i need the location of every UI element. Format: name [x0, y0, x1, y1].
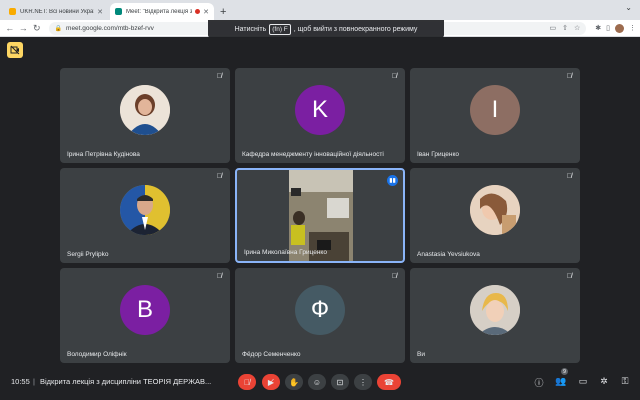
- hint-key: (fn) F: [269, 23, 291, 35]
- participant-name: Володимир Оліфнік: [67, 351, 127, 358]
- emoji-icon: ☺: [312, 377, 322, 387]
- bookmark-star-icon[interactable]: ☆: [574, 24, 580, 32]
- mic-off-icon: 🎙̸: [216, 73, 222, 80]
- mic-off-icon: 🎙̸: [566, 173, 572, 180]
- mic-off-icon: 🎙̸: [566, 273, 572, 280]
- mic-off-icon: 🎙̸: [566, 73, 572, 80]
- camera-toggle-button[interactable]: ▶̸: [262, 374, 280, 390]
- hint-text-after: , щоб вийти з повноекранного режиму: [293, 25, 418, 33]
- chat-icon[interactable]: ▭: [577, 376, 589, 387]
- present-screen-icon: ⊡: [336, 377, 344, 387]
- tab-ukrnet[interactable]: UKR.NET: Всі новини України... ✕: [4, 3, 108, 20]
- host-controls-icon[interactable]: ⚿: [619, 376, 631, 387]
- mic-off-icon: 🎙̸: [391, 273, 397, 280]
- tab-search-chevron-icon[interactable]: ⌄: [625, 3, 632, 12]
- extensions-icon[interactable]: ✱: [595, 24, 601, 32]
- ukrnet-favicon-icon: [9, 8, 16, 15]
- profile-avatar[interactable]: [615, 23, 625, 33]
- avatar: [120, 84, 170, 135]
- url-text[interactable]: meet.google.com/mtb-bzef-rvv: [66, 25, 154, 32]
- new-tab-button[interactable]: +: [220, 6, 226, 18]
- speaking-indicator-icon: ▮▮: [387, 175, 398, 186]
- mic-off-icon: 🎙̸: [244, 377, 250, 387]
- participant-name: Фёдор Семенченко: [242, 351, 301, 358]
- tab-meet[interactable]: Meet: "Відкрита лекція з д... ✕: [110, 3, 214, 20]
- raise-hand-button[interactable]: ✋: [285, 374, 303, 390]
- reload-icon[interactable]: ↻: [31, 23, 43, 34]
- fullscreen-exit-hint: Натисніть (fn) F , щоб вийти з повноекра…: [208, 20, 444, 38]
- recording-icon: [195, 9, 201, 14]
- meeting-details-icon[interactable]: ⓘ: [533, 376, 545, 389]
- present-button[interactable]: ⊡: [331, 374, 349, 390]
- mic-toggle-button[interactable]: 🎙̸: [238, 374, 256, 390]
- hint-text-before: Натисніть: [234, 25, 267, 33]
- hand-icon: ✋: [289, 377, 299, 387]
- tab-title: UKR.NET: Всі новини України...: [20, 8, 95, 15]
- close-tab-icon[interactable]: ✕: [97, 8, 103, 16]
- avatar: Ф: [295, 284, 345, 335]
- more-vert-icon: ⋮: [359, 377, 367, 387]
- avatar-letter: K: [311, 95, 328, 123]
- more-options-button[interactable]: ⋮: [354, 374, 372, 390]
- participant-tile[interactable]: 🎙̸ Sergii Prylipko: [60, 168, 230, 263]
- participant-name: Іван Гриценко: [417, 151, 459, 158]
- participant-tile[interactable]: 🎙̸ Ірина Петрівна Кудінова: [60, 68, 230, 163]
- menu-kebab-icon[interactable]: ⋮: [629, 24, 636, 32]
- forward-icon[interactable]: →: [18, 23, 30, 33]
- avatar: K: [295, 84, 345, 135]
- people-icon[interactable]: 👥: [555, 376, 567, 387]
- mic-off-icon: 🎙̸: [216, 173, 222, 180]
- browser-tab-bar: UKR.NET: Всі новини України... ✕ Meet: "…: [0, 0, 640, 20]
- participant-tile[interactable]: I 🎙̸ Іван Гриценко: [410, 68, 580, 163]
- participant-name: Ірина Миколаївна Гриценко: [244, 249, 327, 256]
- meeting-clock: 10:55: [11, 377, 30, 386]
- participant-tile[interactable]: Ф 🎙̸ Фёдор Семенченко: [235, 268, 405, 363]
- close-tab-icon[interactable]: ✕: [203, 8, 209, 16]
- meet-favicon-icon: [115, 8, 122, 15]
- avatar: B: [120, 284, 170, 335]
- participant-name: Кафедра менеджменту інноваційної діяльно…: [242, 151, 384, 158]
- leave-call-button[interactable]: ☎: [377, 374, 401, 390]
- meeting-title: Відкрита лекція з дисципліни ТЕОРІЯ ДЕРЖ…: [40, 377, 212, 386]
- share-icon[interactable]: ⇧: [562, 24, 568, 32]
- self-view-toggle-icon[interactable]: [7, 42, 23, 58]
- avatar: [120, 184, 170, 235]
- participant-count-badge: 9: [561, 368, 568, 375]
- participant-name: Ви: [417, 351, 425, 358]
- participant-tile[interactable]: 🎙̸ Anastasia Yevsiukova: [410, 168, 580, 263]
- reactions-button[interactable]: ☺: [308, 374, 326, 390]
- self-tile[interactable]: 🎙̸ Ви: [410, 268, 580, 363]
- participant-name: Anastasia Yevsiukova: [417, 251, 480, 258]
- avatar: [470, 284, 520, 335]
- camera-off-icon: ▶̸: [267, 377, 275, 387]
- sidepanel-icon[interactable]: ▯: [606, 24, 610, 32]
- activities-icon[interactable]: ✲: [598, 376, 610, 387]
- hang-up-icon: ☎: [384, 377, 394, 387]
- mic-off-icon: 🎙̸: [216, 273, 222, 280]
- separator: |: [33, 377, 35, 386]
- avatar: I: [470, 84, 520, 135]
- mic-off-icon: 🎙̸: [391, 73, 397, 80]
- avatar-letter: I: [491, 95, 499, 123]
- tab-title: Meet: "Відкрита лекція з д...: [126, 8, 193, 15]
- avatar-letter: Ф: [310, 295, 330, 323]
- participant-name: Ірина Петрівна Кудінова: [67, 151, 140, 158]
- avatar-letter: B: [136, 295, 153, 323]
- back-icon[interactable]: ←: [4, 23, 16, 33]
- participant-tile[interactable]: B 🎙̸ Володимир Оліфнік: [60, 268, 230, 363]
- lock-icon[interactable]: 🔒: [55, 25, 62, 32]
- participant-tile[interactable]: K 🎙̸ Кафедра менеджменту інноваційної ді…: [235, 68, 405, 163]
- camera-permission-icon[interactable]: ▭: [550, 24, 557, 32]
- avatar: [470, 184, 520, 235]
- participant-tile-speaking[interactable]: ▮▮ Ірина Миколаївна Гриценко: [235, 168, 405, 263]
- participant-name: Sergii Prylipko: [67, 251, 109, 258]
